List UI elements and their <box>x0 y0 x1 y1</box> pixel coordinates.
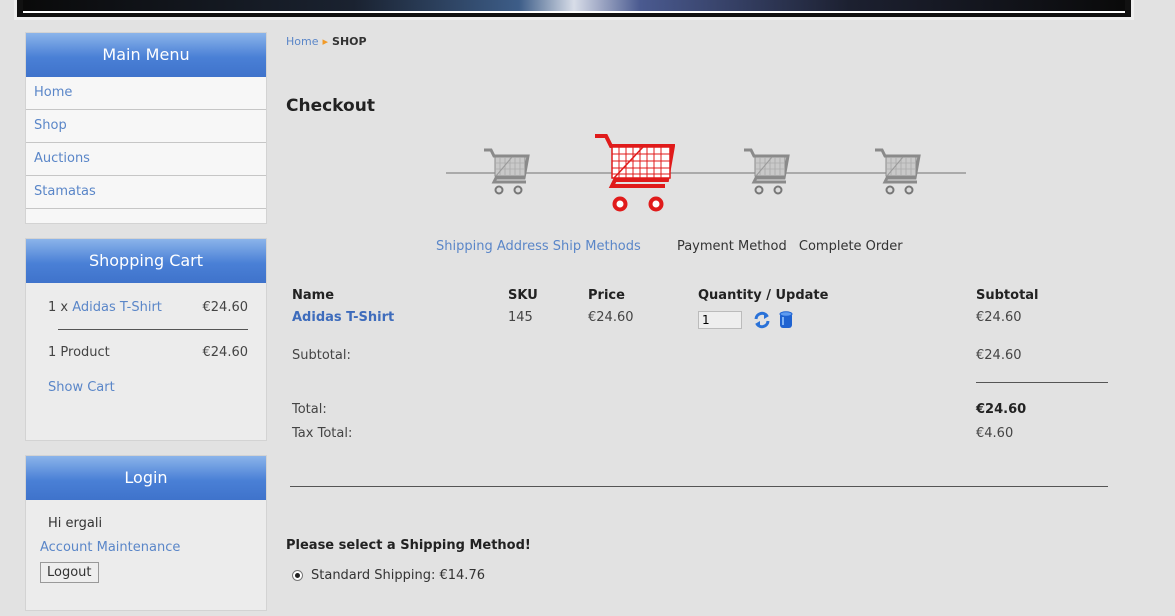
header-subtotal: Subtotal <box>976 287 1039 303</box>
quantity-input[interactable] <box>698 311 742 329</box>
shipping-radio-button[interactable] <box>292 570 303 581</box>
shipping-option-standard[interactable]: Standard Shipping: €14.76 <box>292 568 485 583</box>
header-sku: SKU <box>508 287 538 303</box>
table-header-row: Name SKU Price Quantity / Update Subtota… <box>286 282 1108 308</box>
cart-divider <box>58 329 248 330</box>
cart-summary-row: 1 Product €24.60 <box>48 340 248 366</box>
order-items-table: Name SKU Price Quantity / Update Subtota… <box>286 282 1108 456</box>
subtotal-row: Subtotal: €24.60 <box>286 340 1108 380</box>
menu-item-home[interactable]: Home <box>26 77 266 110</box>
row-price: €24.60 <box>588 310 634 325</box>
show-cart-link[interactable]: Show Cart <box>48 380 248 395</box>
step-shipping-address-cart-icon <box>484 148 530 195</box>
shipping-option-label: Standard Shipping: €14.76 <box>311 568 485 583</box>
step-complete-order-cart-icon <box>875 148 921 195</box>
product-link[interactable]: Adidas T-Shirt <box>292 310 394 325</box>
step-complete-order: Complete Order <box>798 239 903 254</box>
row-subtotal: €24.60 <box>976 310 1022 325</box>
login-title: Login <box>26 456 266 500</box>
main-menu-box: Main Menu Home Shop Auctions Stamatas <box>25 32 267 224</box>
menu-item-stamatas[interactable]: Stamatas <box>26 176 266 209</box>
tax-row: Tax Total: €4.60 <box>286 424 1108 456</box>
step-payment-method-cart-icon <box>744 148 790 195</box>
header-quantity: Quantity / Update <box>698 287 829 303</box>
step-shipping-address[interactable]: Shipping Address <box>436 239 549 254</box>
header-price: Price <box>588 287 625 303</box>
update-quantity-icon[interactable] <box>752 310 772 330</box>
remove-item-icon[interactable] <box>778 310 794 330</box>
table-bottom-divider <box>290 486 1108 487</box>
tax-value: €4.60 <box>976 426 1014 441</box>
totals-divider <box>976 382 1108 383</box>
total-label: Total: <box>292 402 327 417</box>
shipping-method-title: Please select a Shipping Method! <box>286 538 531 553</box>
total-value: €24.60 <box>976 402 1027 417</box>
header-name: Name <box>292 287 335 303</box>
step-ship-methods-cart-icon <box>595 134 675 212</box>
login-greeting: Hi ergali <box>48 516 103 531</box>
sidebar: Main Menu Home Shop Auctions Stamatas Sh… <box>25 32 267 616</box>
tax-label: Tax Total: <box>292 426 353 441</box>
cart-summary-label: 1 Product <box>48 345 110 360</box>
page-title: Checkout <box>286 96 375 116</box>
cart-summary-price: €24.60 <box>202 345 249 360</box>
cart-item-price: €24.60 <box>202 300 249 315</box>
logout-button[interactable]: Logout <box>40 562 99 583</box>
cart-item-link[interactable]: Adidas T-Shirt <box>72 300 162 315</box>
menu-item-auctions[interactable]: Auctions <box>26 143 266 176</box>
subtotal-label: Subtotal: <box>292 348 351 363</box>
total-row: Total: €24.60 <box>286 392 1108 424</box>
main-menu-title: Main Menu <box>26 33 266 77</box>
menu-item-shop[interactable]: Shop <box>26 110 266 143</box>
row-sku: 145 <box>508 310 533 325</box>
breadcrumb: Home ▸ SHOP <box>286 32 1116 52</box>
checkout-progress <box>446 132 966 216</box>
step-payment-method: Payment Method <box>676 239 787 254</box>
cart-item-row: 1 x Adidas T-Shirt €24.60 <box>48 295 248 321</box>
main-content: Home ▸ SHOP Checkout Shipping Address Sh… <box>286 32 1116 583</box>
cart-item-qty: 1 x <box>48 300 69 315</box>
shopping-cart-box: Shopping Cart 1 x Adidas T-Shirt €24.60 … <box>25 238 267 441</box>
header-banner <box>14 0 1134 20</box>
checkout-step-labels: Shipping Address Ship Methods Payment Me… <box>436 239 911 254</box>
breadcrumb-current: SHOP <box>332 35 367 48</box>
account-maintenance-link[interactable]: Account Maintenance <box>40 536 256 560</box>
subtotal-value: €24.60 <box>976 348 1022 363</box>
step-ship-methods[interactable]: Ship Methods <box>553 239 641 254</box>
breadcrumb-home[interactable]: Home <box>286 35 318 48</box>
table-row: Adidas T-Shirt 145 €24.60 €24.60 <box>286 308 1108 340</box>
breadcrumb-separator-icon: ▸ <box>322 35 329 48</box>
shopping-cart-title: Shopping Cart <box>26 239 266 283</box>
login-box: Login Hi ergali Account Maintenance Logo… <box>25 455 267 611</box>
